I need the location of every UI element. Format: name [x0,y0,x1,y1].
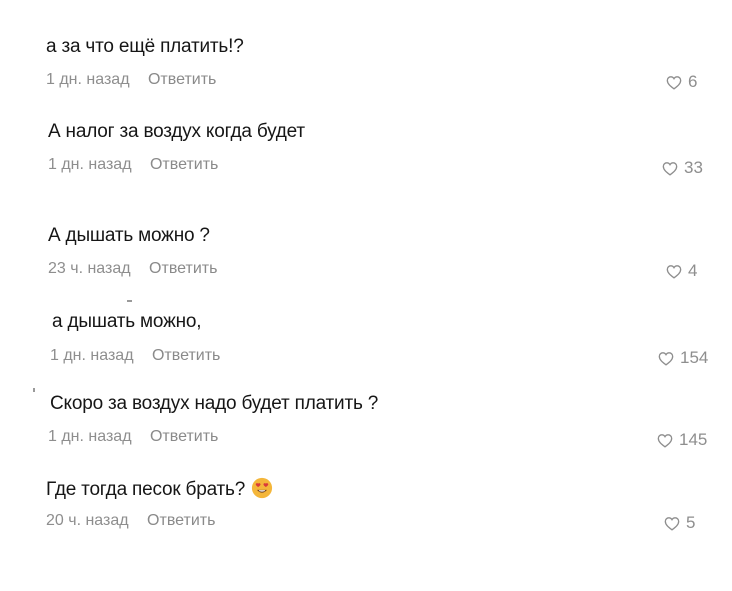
comment-text: Где тогда песок брать? [46,477,273,501]
reply-button[interactable]: Ответить [148,71,216,88]
like-button[interactable]: 33 [662,158,703,178]
like-button[interactable]: 154 [658,348,708,368]
reply-button[interactable]: Ответить [152,347,220,364]
stray-mark [127,300,132,302]
comment-meta: 1 дн. назад Ответить [48,428,218,446]
heart-icon [662,161,678,176]
stray-mark [33,388,35,392]
like-button[interactable]: 145 [657,430,707,450]
comment-meta: 20 ч. назад Ответить [46,512,215,530]
like-button[interactable]: 4 [666,261,697,281]
like-count: 6 [688,72,698,91]
heart-icon [658,351,674,366]
comment-time: 20 ч. назад [46,512,129,529]
comment-text: А дышать можно ? [48,225,210,246]
like-count: 33 [684,158,703,177]
reply-button[interactable]: Ответить [150,156,218,173]
comment-time: 1 дн. назад [48,156,132,173]
comment-meta: 1 дн. назад Ответить [46,71,216,89]
comment-text: Скоро за воздух надо будет платить ? [50,393,379,414]
like-button[interactable]: 5 [664,513,695,533]
comment-text-body: Где тогда песок брать? [46,479,246,500]
like-button[interactable]: 6 [666,72,697,92]
comment-text: а за что ещё платить!? [46,36,244,57]
comment-meta: 1 дн. назад Ответить [50,347,220,365]
heart-eyes-emoji-icon [251,477,273,499]
heart-icon [657,433,673,448]
comment-text: А налог за воздух когда будет [48,121,305,142]
reply-button[interactable]: Ответить [149,260,217,277]
reply-button[interactable]: Ответить [150,428,218,445]
like-count: 154 [680,348,709,367]
heart-icon [664,516,680,531]
comment-text: а дышать можно, [52,311,202,332]
like-count: 5 [686,513,696,532]
like-count: 145 [679,430,708,449]
comment-time: 23 ч. назад [48,260,131,277]
reply-button[interactable]: Ответить [147,512,215,529]
comment-time: 1 дн. назад [48,428,132,445]
comment-time: 1 дн. назад [46,71,130,88]
comment-meta: 1 дн. назад Ответить [48,156,218,174]
like-count: 4 [688,261,698,280]
heart-icon [666,75,682,90]
comment-meta: 23 ч. назад Ответить [48,260,217,278]
comment-time: 1 дн. назад [50,347,134,364]
heart-icon [666,264,682,279]
